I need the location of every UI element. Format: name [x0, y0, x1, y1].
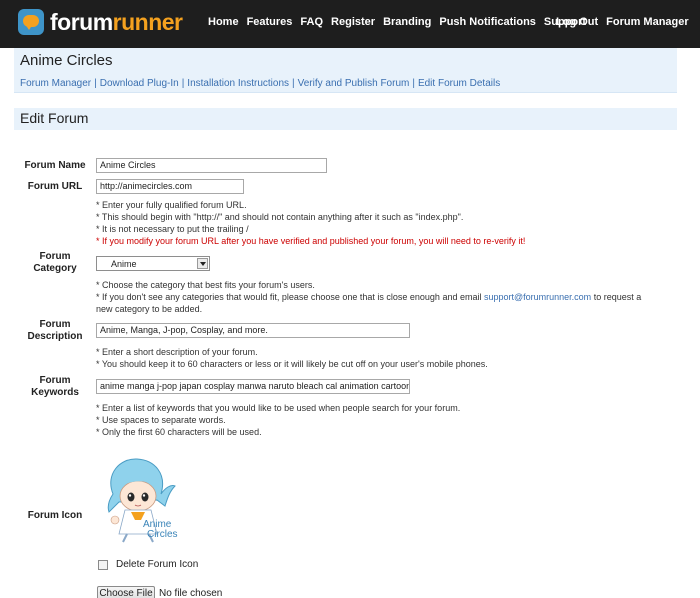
forum-actions-breadcrumb: Forum Manager | Download Plug-In | Installat… — [20, 78, 501, 89]
description-hint-2: * You should keep it to 60 characters or… — [96, 359, 488, 369]
choose-file-button[interactable]: Choose File — [97, 586, 155, 598]
category-hint-1: * Choose the category that best fits you… — [96, 280, 315, 290]
support-email-link[interactable]: support@forumrunner.com — [484, 292, 591, 302]
link-forum-manager[interactable]: Forum Manager — [20, 78, 91, 89]
nav-push-notifications[interactable]: Push Notifications — [439, 16, 536, 28]
logo-text: forumrunner — [50, 9, 183, 35]
nav-branding[interactable]: Branding — [383, 16, 431, 28]
forum-keywords-label: Forum Keywords — [31, 375, 79, 398]
delete-forum-icon-checkbox[interactable] — [98, 560, 108, 570]
forum-keywords-input[interactable]: anime manga j-pop japan cosplay manwa na… — [96, 379, 410, 394]
speech-bubble-icon — [18, 9, 44, 35]
nav-home[interactable]: Home — [208, 16, 239, 28]
account-nav: Log Out Forum Manager — [556, 16, 697, 28]
top-navigation-bar: forumrunner Home Features FAQ Register Brand… — [0, 0, 700, 48]
delete-forum-icon-label[interactable]: Delete Forum Icon — [116, 559, 198, 570]
category-hint-3: new category to be added. — [96, 304, 203, 314]
forum-category-select[interactable]: Anime — [96, 256, 210, 271]
forumrunner-logo[interactable]: forumrunner — [18, 9, 183, 35]
nav-features[interactable]: Features — [247, 16, 293, 28]
icon-art-text-2: Circles — [147, 529, 178, 540]
url-hint-1: * Enter your fully qualified forum URL. — [96, 200, 247, 210]
file-status-text: No file chosen — [159, 588, 223, 598]
nav-log-out[interactable]: Log Out — [556, 16, 598, 28]
link-edit-forum-details[interactable]: Edit Forum Details — [418, 78, 500, 89]
url-hint-2: * This should begin with "http://" and s… — [96, 212, 464, 222]
keywords-hint-3: * Only the first 60 characters will be u… — [96, 427, 262, 437]
url-hint-3: * It is not necessary to put the trailin… — [96, 224, 249, 234]
forum-description-input[interactable]: Anime, Manga, J-pop, Cosplay, and more. — [96, 323, 410, 338]
forum-icon-label: Forum Icon — [27, 510, 83, 521]
keywords-hint-1: * Enter a list of keywords that you woul… — [96, 403, 461, 413]
forum-url-input[interactable]: http://animecircles.com — [96, 179, 244, 194]
category-hint-2: * If you don't see any categories that w… — [96, 292, 642, 302]
forum-url-label: Forum URL — [27, 181, 83, 192]
forum-name-label: Forum Name — [24, 160, 86, 171]
forum-header-panel: Anime Circles Forum Manager | Download Plu… — [14, 48, 677, 93]
link-verify-publish[interactable]: Verify and Publish Forum — [298, 78, 410, 89]
main-nav: Home Features FAQ Register Branding Push Noti… — [208, 16, 594, 28]
description-hint-1: * Enter a short description of your foru… — [96, 347, 258, 357]
forum-name-input[interactable]: Anime Circles — [96, 158, 327, 173]
nav-register[interactable]: Register — [331, 16, 375, 28]
link-download-plugin[interactable]: Download Plug-In — [100, 78, 179, 89]
chevron-down-icon[interactable] — [197, 258, 208, 269]
nav-faq[interactable]: FAQ — [300, 16, 323, 28]
forum-icon-image: Anime Circles — [107, 458, 178, 543]
category-selected-value: Anime — [111, 259, 137, 269]
forum-description-label: Forum Description — [27, 319, 83, 342]
nav-forum-manager[interactable]: Forum Manager — [606, 16, 689, 28]
url-warning: * If you modify your forum URL after you… — [96, 236, 526, 246]
forum-category-label: Forum Category — [33, 251, 77, 274]
section-title: Edit Forum — [20, 110, 89, 126]
keywords-hint-2: * Use spaces to separate words. — [96, 415, 226, 425]
edit-forum-section: Edit Forum — [14, 108, 677, 130]
link-installation-instructions[interactable]: Installation Instructions — [187, 78, 289, 89]
page-title: Anime Circles — [20, 52, 113, 69]
